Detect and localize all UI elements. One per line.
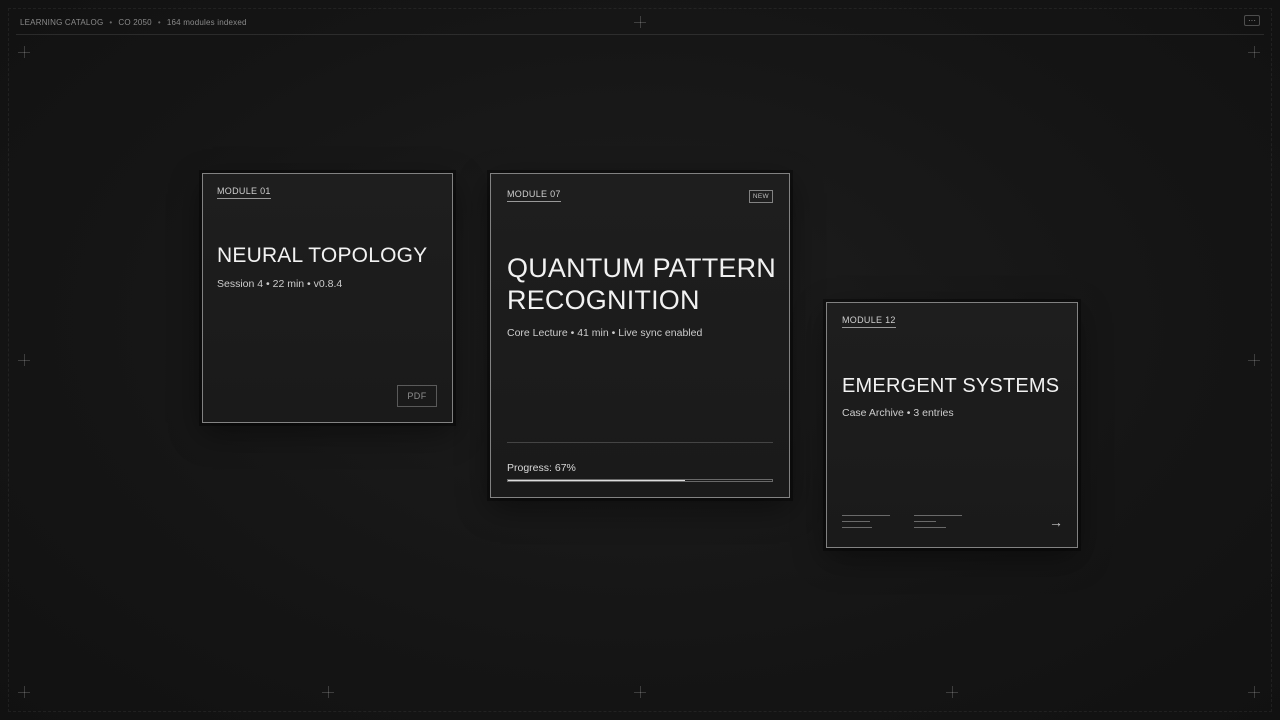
- catalog-canvas: LEARNING CATALOG • CO 2050 • 164 modules…: [0, 0, 1280, 720]
- new-badge: NEW: [748, 190, 773, 203]
- progress-bar: [507, 479, 773, 482]
- catalog-label: LEARNING CATALOG: [20, 17, 104, 27]
- progress-fill: [508, 480, 685, 481]
- module-title: QUANTUM PATTERN RECOGNITION: [507, 253, 776, 315]
- crosshair-marker: [18, 354, 30, 366]
- module-meta: Session 4 • 22 min • v0.8.4: [217, 278, 343, 290]
- module-tag: MODULE 12: [842, 315, 896, 328]
- more-icon: ···: [1248, 15, 1256, 25]
- module-meta: Core Lecture • 41 min • Live sync enable…: [507, 327, 703, 339]
- crosshair-marker: [634, 686, 646, 698]
- module-tag: MODULE 07: [507, 189, 561, 202]
- crosshair-marker: [18, 46, 30, 58]
- more-menu-button[interactable]: ···: [1244, 15, 1260, 26]
- module-count: 164 modules indexed: [166, 17, 247, 27]
- topbar: LEARNING CATALOG • CO 2050 • 164 modules…: [20, 14, 247, 30]
- module-title: NEURAL TOPOLOGY: [217, 244, 428, 267]
- catalog-year: CO 2050: [118, 17, 152, 27]
- crosshair-marker: [1248, 354, 1260, 366]
- module-meta: Case Archive • 3 entries: [842, 407, 954, 419]
- crosshair-marker: [946, 686, 958, 698]
- crosshair-marker: [634, 16, 646, 28]
- arrow-right-icon[interactable]: →: [1049, 515, 1063, 529]
- pdf-button[interactable]: PDF: [397, 385, 437, 407]
- module-card-emergent-systems[interactable]: MODULE 12 EMERGENT SYSTEMS Case Archive …: [826, 302, 1078, 548]
- crosshair-marker: [1248, 686, 1260, 698]
- module-card-neural-topology[interactable]: MODULE 01 NEURAL TOPOLOGY Session 4 • 22…: [202, 173, 453, 423]
- crosshair-marker: [18, 686, 30, 698]
- module-card-quantum-pattern-recognition[interactable]: MODULE 07 NEW QUANTUM PATTERN RECOGNITIO…: [490, 173, 790, 498]
- entry-preview-lines: [914, 515, 962, 529]
- crosshair-marker: [1248, 46, 1260, 58]
- module-title: EMERGENT SYSTEMS: [842, 375, 1060, 397]
- separator: •: [157, 17, 161, 27]
- progress-label: Progress: 67%: [507, 462, 576, 474]
- module-tag: MODULE 01: [217, 186, 271, 199]
- card-divider: [507, 442, 773, 443]
- entry-preview-lines: [842, 515, 890, 529]
- topbar-divider: [16, 34, 1264, 35]
- crosshair-marker: [322, 686, 334, 698]
- separator: •: [109, 17, 113, 27]
